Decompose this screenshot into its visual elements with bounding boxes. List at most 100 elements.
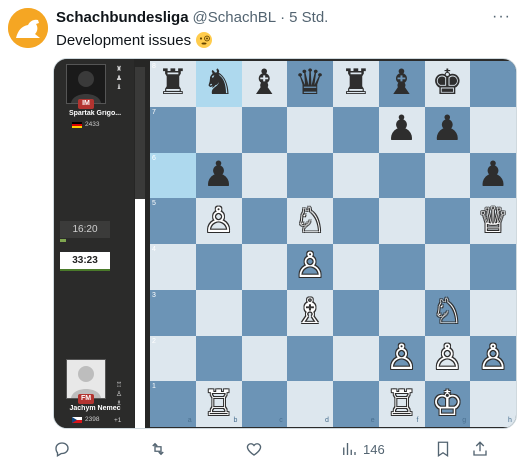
black-knight-b8: ♞ bbox=[202, 63, 235, 104]
bottom-player-rating-row: 2398 bbox=[72, 416, 99, 423]
white-pawn-g2: ♙ bbox=[431, 337, 464, 378]
square-c7 bbox=[241, 106, 288, 153]
views-button[interactable]: 146 bbox=[340, 437, 385, 461]
square-b7 bbox=[195, 106, 242, 153]
square-a2 bbox=[150, 335, 196, 382]
top-player-clock: 16:20 bbox=[60, 221, 110, 238]
black-queen-d8: ♛ bbox=[294, 63, 326, 104]
black-pawn-g7: ♟ bbox=[431, 109, 464, 150]
white-pawn-d4: ♙ bbox=[294, 246, 326, 287]
reply-icon bbox=[55, 442, 69, 457]
rank-label: 3 bbox=[152, 291, 156, 299]
square-f5 bbox=[378, 198, 425, 244]
bottom-player-clock: 33:23 bbox=[60, 252, 110, 269]
white-pawn-h2: ♙ bbox=[477, 337, 509, 378]
square-c3 bbox=[241, 289, 288, 336]
square-d6 bbox=[287, 152, 333, 199]
player-silhouette-icon bbox=[71, 71, 101, 103]
bookmark-icon bbox=[437, 441, 449, 458]
square-g6 bbox=[424, 152, 471, 199]
rank-label: 5 bbox=[152, 200, 156, 208]
top-player-icons: ♜ ♟ ♝ bbox=[114, 65, 124, 92]
views-icon bbox=[343, 443, 356, 455]
bishop-icon: ♗ bbox=[115, 400, 123, 407]
bottom-player-title-badge: FM bbox=[78, 394, 94, 404]
tweet-header: Schachbundesliga @SchachBL · 5 Std. bbox=[56, 9, 483, 29]
square-h4 bbox=[470, 244, 516, 290]
bottom-player-photo bbox=[66, 359, 106, 399]
rank-label: 1 bbox=[152, 383, 156, 391]
file-label: e bbox=[370, 417, 375, 424]
heart-icon bbox=[246, 443, 262, 456]
bottom-player-icons: ♖ ♙ ♗ bbox=[114, 381, 124, 408]
like-button[interactable] bbox=[245, 437, 263, 461]
reply-button[interactable] bbox=[53, 437, 71, 461]
share-button[interactable] bbox=[471, 437, 489, 461]
white-pawn-b5: ♙ bbox=[202, 200, 235, 241]
square-c6 bbox=[241, 152, 288, 199]
square-e2 bbox=[333, 335, 379, 382]
square-a7 bbox=[150, 106, 196, 153]
square-h3 bbox=[470, 289, 516, 336]
square-f6 bbox=[378, 152, 425, 199]
author-name[interactable]: Schachbundesliga bbox=[56, 9, 189, 26]
white-pawn-f2: ♙ bbox=[385, 337, 418, 378]
germany-flag-icon bbox=[72, 121, 82, 128]
top-clock-progress bbox=[60, 239, 66, 242]
square-e4 bbox=[333, 244, 379, 290]
views-count: 146 bbox=[363, 441, 385, 457]
top-player-rating: 2433 bbox=[85, 121, 100, 128]
file-label: a bbox=[187, 417, 192, 424]
square-g5 bbox=[424, 198, 471, 244]
black-rook-e8: ♜ bbox=[340, 63, 372, 104]
top-player-title-badge: IM bbox=[78, 99, 94, 109]
tweet-text: Development issues bbox=[56, 31, 213, 49]
pawn-icon: ♟ bbox=[115, 75, 123, 82]
top-player-rating-row: 2433 bbox=[72, 121, 99, 128]
black-pawn-f7: ♟ bbox=[385, 109, 418, 150]
square-e5 bbox=[333, 198, 379, 244]
author-handle[interactable]: @SchachBL bbox=[193, 9, 277, 26]
bottom-clock-progress bbox=[60, 269, 110, 271]
file-label: d bbox=[325, 417, 329, 424]
chess-board: 8 7 6 5 4 3 2 1 a b c d e f g h ♜ ♞ ♝ ♛ ♜ ♝ ♚ ♟ ♟ ♟ ♟ ♙ ♘ ♕ ♙ ♗ ♘ ♙ ♙ ♙ ♖ ♖ ♔ bbox=[150, 61, 516, 427]
file-label: h bbox=[508, 417, 512, 424]
square-f3 bbox=[378, 289, 425, 336]
player-placeholder-icon bbox=[71, 366, 101, 398]
tweet-body: Development issues bbox=[56, 31, 192, 49]
white-king-g1: ♔ bbox=[431, 383, 464, 424]
share-icon bbox=[473, 441, 487, 456]
black-pawn-b6: ♟ bbox=[202, 154, 235, 195]
black-pawn-h6: ♟ bbox=[477, 154, 509, 195]
black-king-g8: ♚ bbox=[431, 63, 464, 104]
square-e3 bbox=[333, 289, 379, 336]
square-h8 bbox=[470, 61, 516, 107]
horse-logo-icon bbox=[8, 8, 48, 48]
square-d7 bbox=[287, 106, 333, 153]
square-f4 bbox=[378, 244, 425, 290]
white-bishop-d3: ♗ bbox=[294, 292, 326, 333]
file-label: c bbox=[279, 417, 283, 424]
bookmark-button[interactable] bbox=[434, 437, 452, 461]
author-avatar[interactable] bbox=[8, 8, 48, 48]
square-d2 bbox=[287, 335, 333, 382]
square-c4 bbox=[241, 244, 288, 290]
tweet-media-image[interactable]: IM Spartak Grigo... 2433 ♜ ♟ ♝ 16:20 33:… bbox=[53, 58, 517, 429]
square-c2 bbox=[241, 335, 288, 382]
separator-dot: · bbox=[280, 9, 286, 26]
square-c5 bbox=[241, 198, 288, 244]
tweet-time[interactable]: 5 Std. bbox=[289, 9, 328, 26]
black-bishop-c8: ♝ bbox=[248, 63, 281, 104]
square-b4 bbox=[195, 244, 242, 290]
top-player-photo bbox=[66, 64, 106, 104]
white-knight-d5: ♘ bbox=[294, 200, 326, 241]
black-bishop-f8: ♝ bbox=[385, 63, 418, 104]
white-knight-g3: ♘ bbox=[431, 292, 464, 333]
pawn-icon: ♙ bbox=[115, 391, 123, 398]
bishop-icon: ♝ bbox=[115, 84, 123, 91]
retweet-button[interactable] bbox=[149, 437, 167, 461]
square-e6 bbox=[333, 152, 379, 199]
white-rook-b1: ♖ bbox=[202, 383, 235, 424]
more-options-icon[interactable]: ··· bbox=[492, 8, 511, 26]
rank-label: 2 bbox=[152, 337, 156, 345]
